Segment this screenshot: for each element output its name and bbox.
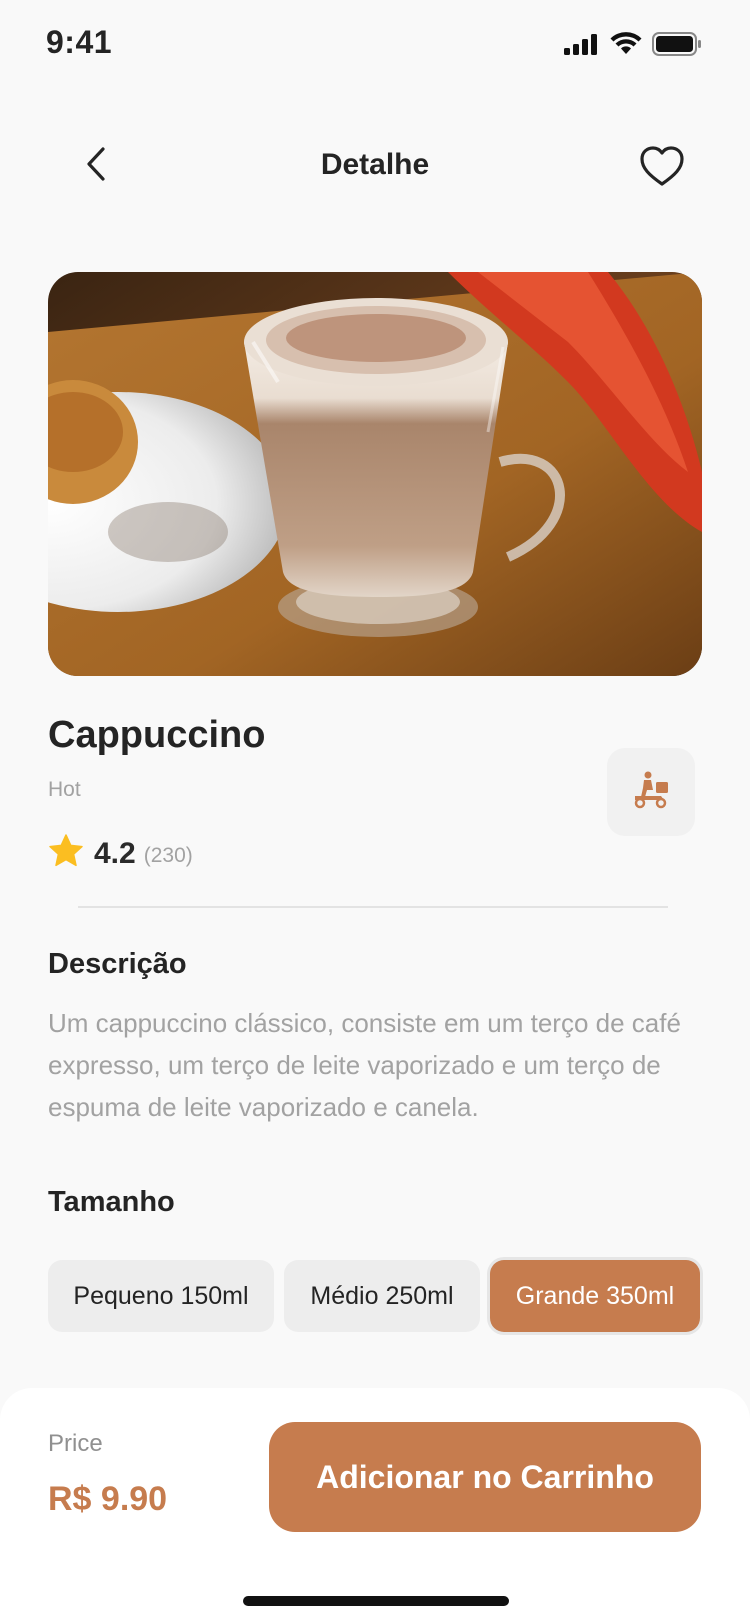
size-option-medium[interactable]: Médio 250ml (284, 1260, 480, 1332)
size-option-large[interactable]: Grande 350ml (490, 1260, 700, 1332)
rating: 4.2 (230) (48, 834, 193, 873)
description-text: Um cappuccino clássico, consiste em um t… (48, 1008, 681, 1122)
divider (78, 906, 668, 908)
status-bar: 9:41 (0, 0, 750, 90)
wifi-icon (610, 32, 642, 61)
scooter-delivery-icon (631, 770, 671, 815)
price-value: R$ 9.90 (48, 1480, 168, 1518)
add-to-cart-button[interactable]: Adicionar no Carrinho (269, 1422, 701, 1532)
product-name: Cappuccino (48, 714, 266, 756)
battery-icon (652, 32, 702, 61)
price-label: Price (48, 1430, 103, 1457)
delivery-badge (607, 748, 695, 836)
size-selector: Pequeno 150ml Médio 250ml Grande 350ml (48, 1260, 700, 1332)
rating-value: 4.2 (94, 836, 136, 870)
status-icons (564, 32, 702, 61)
product-image (48, 272, 702, 676)
bottom-bar: Price R$ 9.90 Adicionar no Carrinho (0, 1388, 750, 1624)
star-icon (48, 834, 84, 873)
home-indicator[interactable] (243, 1596, 509, 1606)
favorite-button[interactable] (636, 142, 688, 194)
size-option-small[interactable]: Pequeno 150ml (48, 1260, 274, 1332)
size-title: Tamanho (48, 1186, 175, 1218)
product-variant: Hot (48, 778, 81, 801)
heart-outline-icon (639, 145, 685, 192)
rating-count: (230) (143, 843, 193, 867)
signal-icon (564, 33, 600, 60)
status-time: 9:41 (46, 24, 113, 60)
description-title: Descrição (48, 948, 187, 980)
top-app-bar: Detalhe (0, 120, 750, 210)
